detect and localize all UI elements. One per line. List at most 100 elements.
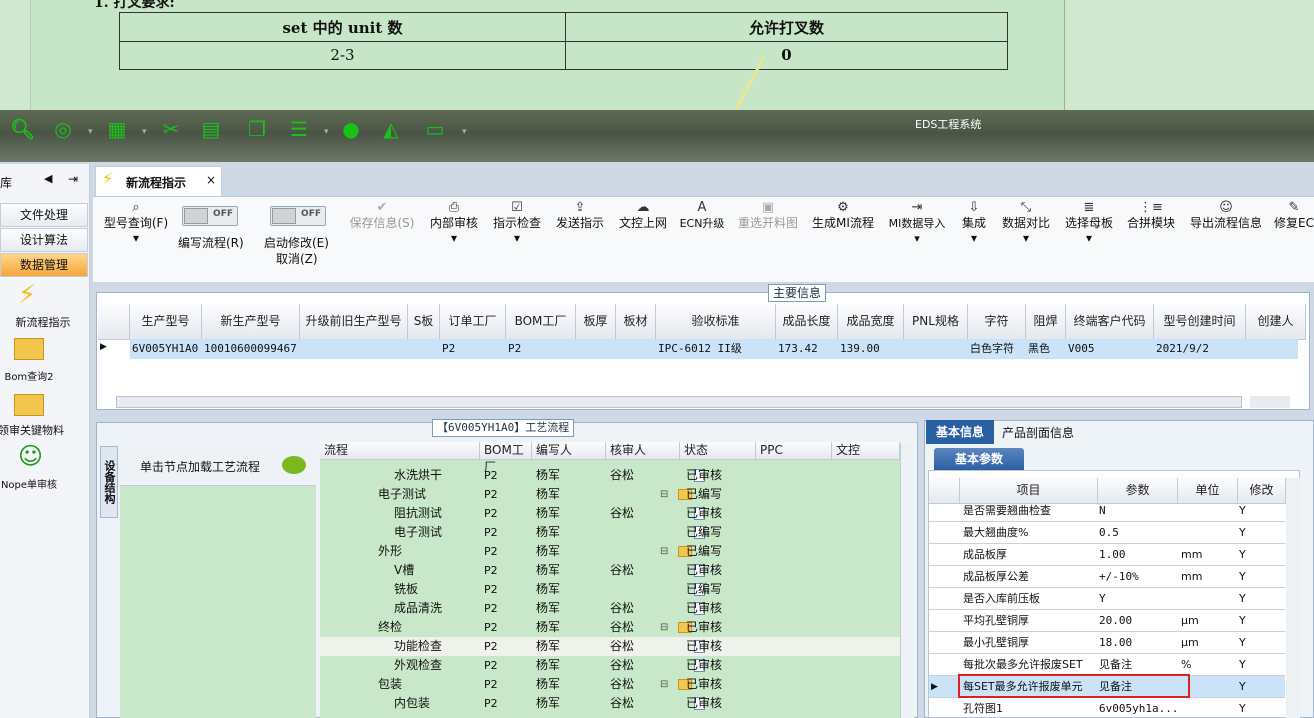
save-info-button[interactable]: ✔ 保存信息(S) [346,200,418,231]
params-row[interactable]: 成品板厚公差 +/-10% mm Y [929,566,1285,588]
tab-close-button[interactable]: × [206,173,216,187]
start-edit-toggle[interactable]: OFF [270,206,326,226]
check-instruction-button[interactable]: ☑ 指示检查 ▾ [490,200,544,246]
user-check-icon[interactable]: ☺ [18,442,43,470]
column-header[interactable]: 创建人 [1246,304,1306,340]
column-header[interactable]: 型号创建时间 [1154,304,1246,340]
lightning-icon[interactable]: ⚡ [18,280,36,310]
table-cell[interactable]: P2 [442,339,508,359]
column-header[interactable]: 新生产型号 [202,304,300,340]
column-header[interactable]: 生产型号 [130,304,202,340]
table-cell[interactable]: 139.00 [840,339,906,359]
params-row[interactable]: 是否需要翘曲检查 N Y [929,500,1285,522]
flow-row[interactable]: ⊟ 终检 P2 杨军 谷松 已审核 [320,618,900,637]
nav-key-material[interactable]: 领审关键物料 [0,422,76,438]
flow-row[interactable]: 成品清洗 P2 杨军 谷松 已审核 [320,599,900,618]
nav-data-management[interactable]: 数据管理 [0,253,88,277]
nav-bom-query[interactable]: Bom查询2 [0,368,74,383]
flow-row[interactable]: V槽 P2 杨军 谷松 已审核 [320,561,900,580]
table-cell[interactable]: V005 [1068,339,1156,359]
ecn-upgrade-button[interactable]: A ECN升级 [678,200,726,231]
data-compare-button[interactable]: ⤡ 数据对比 ▾ [999,200,1053,246]
refresh-icon[interactable]: ◎ [52,118,74,140]
user-icon[interactable]: ● [340,118,362,140]
flow-column-header[interactable]: BOM工厂 [480,442,532,474]
internal-review-button[interactable]: ⎙ 内部审核 ▾ [428,200,480,246]
chevron-down-icon[interactable]: ▾ [88,127,93,137]
flow-row[interactable]: 功能检查 P2 杨军 谷松 已审核 [320,637,900,656]
search-icon[interactable]: 🔍︎ [10,118,35,140]
params-row[interactable]: 平均孔壁铜厚 20.00 μm Y [929,610,1285,632]
model-query-button[interactable]: ⌕ 型号查询(F) ▾ [100,200,172,246]
nav-design-algorithm[interactable]: 设计算法 [0,228,88,252]
cancel-label[interactable]: 取消(Z) [276,250,318,267]
chevron-down-icon[interactable]: ▾ [324,127,329,137]
flow-column-header[interactable]: 核审人 [606,442,680,460]
table-cell[interactable]: 10010600099467 [204,339,302,359]
chevron-down-icon[interactable]: ▾ [142,127,147,137]
tab-profile-info[interactable]: 产品剖面信息 [1002,424,1074,441]
flow-row[interactable]: 电子测试 P2 杨军 已编写 [320,523,900,542]
flow-row[interactable]: 铣板 P2 杨军 已编写 [320,580,900,599]
folder-icon[interactable] [14,338,44,360]
flow-column-header[interactable]: 文控 [832,442,900,460]
grid-icon[interactable]: ▦ [106,118,128,140]
column-header[interactable]: S板 [408,304,440,340]
column-header[interactable]: 成品长度 [776,304,838,340]
flow-row[interactable]: 水洗烘干 P2 杨军 谷松 已审核 [320,466,900,485]
column-header[interactable]: 订单工厂 [440,304,506,340]
column-header[interactable]: 板厚 [576,304,616,340]
flow-row[interactable]: 外观检查 P2 杨军 谷松 已审核 [320,656,900,675]
collapse-icon[interactable]: ◀ [44,172,52,185]
column-header[interactable]: PNL规格 [904,304,968,340]
doc-online-button[interactable]: ☁ 文控上网 [616,200,670,231]
params-row[interactable]: 孔符图1 6v005yh1a... Y [929,698,1285,718]
list-icon[interactable]: ☰ [288,118,310,140]
column-header[interactable]: 字符 [968,304,1026,340]
table-cell[interactable]: 2021/9/2 [1156,339,1248,359]
column-header[interactable]: 成品宽度 [838,304,904,340]
table-cell[interactable]: 173.42 [778,339,840,359]
horizontal-scrollbar[interactable] [116,396,1242,408]
params-row[interactable]: 每批次最多允许报废SET 见备注% Y [929,654,1285,676]
repair-ecn-button[interactable]: ✎ 修复EC [1274,200,1314,231]
monitor-icon[interactable]: ▭ [424,118,446,140]
nav-nope-review[interactable]: Nope单审核 [0,476,74,491]
params-row[interactable]: 最大翘曲度% 0.5 Y [929,522,1285,544]
flow-column-header[interactable]: 流程 [320,442,480,460]
subtab-basic-params[interactable]: 基本参数 [934,448,1024,470]
integrate-button[interactable]: ⇩ 集成 ▾ [958,200,990,246]
table-cell[interactable]: 6V005YH1A0 [132,339,204,359]
tab-new-flow[interactable]: ⚡ 新流程指示 × [95,166,222,196]
flow-row[interactable]: 内包装 P2 杨军 谷松 已审核 [320,694,900,713]
table-cell[interactable]: P2 [508,339,578,359]
flow-column-header[interactable]: PPC [756,442,832,460]
flow-row[interactable]: ⊟ 电子测试 P2 杨军 已编写 [320,485,900,504]
column-header[interactable]: 终端客户代码 [1066,304,1154,340]
column-header[interactable]: 板材 [616,304,656,340]
params-scrollbar[interactable] [1286,478,1300,718]
chart-icon[interactable]: ◭ [380,118,402,140]
folder-icon[interactable] [14,394,44,416]
generate-mi-button[interactable]: ⚙ 生成MI流程 [810,200,876,231]
chat-bubble-icon[interactable] [282,456,306,474]
chevron-down-icon[interactable]: ▾ [462,127,467,137]
nav-file-processing[interactable]: 文件处理 [0,203,88,227]
column-header[interactable]: 阻焊 [1026,304,1066,340]
flow-row[interactable]: ⊟ 外形 P2 杨军 已编写 [320,542,900,561]
mi-import-button[interactable]: ⇥ MI数据导入 ▾ [884,200,950,246]
side-tab-equipment[interactable]: 设备结构 [100,446,118,518]
column-header[interactable]: 升级前旧生产型号 [300,304,408,340]
reselect-cut-button[interactable]: ▣ 重选开料图 [736,200,800,231]
params-row[interactable]: 成品板厚 1.00 mm Y [929,544,1285,566]
write-flow-toggle[interactable]: OFF [182,206,238,226]
table-cell[interactable]: IPC-6012 II级 [658,339,778,359]
tab-basic-info[interactable]: 基本信息 [926,420,994,444]
export-flow-button[interactable]: ☺ 导出流程信息 [1186,200,1266,231]
merge-module-button[interactable]: ⋮≡ 合拼模块 [1124,200,1178,231]
params-row[interactable]: 最小孔壁铜厚 18.00 μm Y [929,632,1285,654]
column-header[interactable]: 验收标准 [656,304,776,340]
table-cell[interactable]: 白色字符 [970,339,1028,359]
column-header[interactable]: BOM工厂 [506,304,576,340]
film-icon[interactable]: ▤ [200,118,222,140]
